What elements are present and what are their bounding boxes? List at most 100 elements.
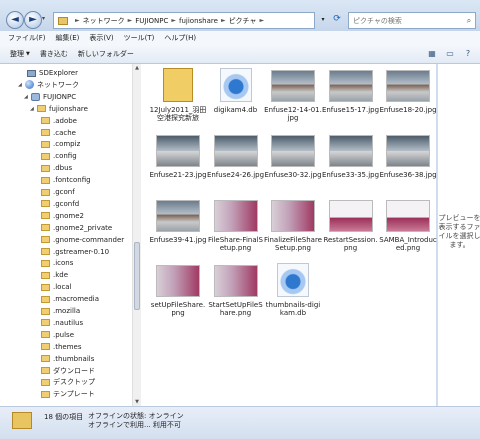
scroll-up-icon[interactable]: ▲ [133,64,141,72]
nav-item[interactable]: .cache [34,127,76,139]
file-item[interactable]: setUpFileShare.png [149,261,207,323]
nav-item-label: .cache [53,128,76,137]
file-item[interactable]: FinalizeFileShareSetup.png [264,196,322,258]
file-item[interactable]: Enfuse21-23.jpg [149,131,207,193]
back-button[interactable]: ◄ [6,11,24,29]
nav-item[interactable]: ◢ fujionshare [30,103,88,115]
nav-item[interactable]: .local [34,281,72,293]
nav-item[interactable]: .gconfd [34,198,79,210]
nav-item[interactable]: .gconf [34,186,75,198]
folder-icon [58,16,68,25]
menu-view[interactable]: 表示(V) [89,33,113,43]
file-item[interactable]: Enfuse30-32.jpg [264,131,322,193]
nav-item[interactable]: .gnome2 [34,210,84,222]
new-folder-button[interactable]: 新しいフォルダー [78,49,134,59]
search-icon[interactable]: ⌕ [463,16,475,26]
breadcrumb-item[interactable]: ネットワーク [83,16,125,26]
file-name: RestartSession.png [323,236,378,252]
file-item[interactable]: Enfuse36-38.jpg [379,131,437,193]
nav-item[interactable]: .nautilus [34,317,83,329]
file-item[interactable]: SAMBA_Introduced.png [379,196,437,258]
nav-item[interactable]: .mozilla [34,305,80,317]
file-item[interactable]: Enfuse12-14-01.jpg [264,66,322,128]
file-item[interactable]: Enfuse15-17.jpg [322,66,380,128]
file-name: Enfuse18-20.jpg [379,106,437,114]
preview-pane-icon[interactable]: ▭ [444,48,456,60]
file-name: 12July2011_羽田空港探究新旅 [149,106,207,122]
help-icon[interactable]: ? [462,48,474,60]
menu-tools[interactable]: ツール(T) [124,33,155,43]
file-item[interactable]: Enfuse24-26.jpg [207,131,265,193]
offline-status: オフラインの状態: オンライン [88,412,184,420]
burn-button[interactable]: 書き込む [40,49,68,59]
file-thumbnail-wrapper [213,198,259,232]
menu-help[interactable]: ヘルプ(H) [164,33,196,43]
nav-item[interactable]: .macromedia [34,293,99,305]
search-input[interactable] [349,15,463,26]
file-name: Enfuse21-23.jpg [149,171,207,179]
scroll-thumb[interactable] [134,242,140,310]
file-item[interactable]: Enfuse33-35.jpg [322,131,380,193]
nav-item[interactable]: .thumbnails [34,353,94,365]
nav-item[interactable]: .adobe [34,115,77,127]
address-dropdown-icon[interactable]: ▾ [318,12,328,27]
file-item[interactable]: Enfuse39-41.jpg [149,196,207,258]
nav-item[interactable]: .fontconfig [34,174,91,186]
file-name: setUpFileShare.png [150,301,206,317]
expand-arrow-icon[interactable]: ◢ [24,94,31,100]
file-item[interactable]: digikam4.db [207,66,265,128]
refresh-icon[interactable]: ⟳ [330,12,344,27]
nav-item[interactable]: .gstreamer-0.10 [34,246,109,258]
nav-item[interactable]: .pulse [34,329,74,341]
file-item[interactable]: RestartSession.png [322,196,380,258]
breadcrumb-item[interactable]: FUJIONPC [135,17,168,25]
chevron-right-icon: ► [259,17,265,24]
file-item[interactable]: FileShare-FinalSetup.png [207,196,265,258]
menu-file[interactable]: ファイル(F) [8,33,46,43]
expand-arrow-icon[interactable]: ◢ [30,106,37,112]
expand-arrow-icon[interactable]: ◢ [18,82,25,88]
file-name: Enfuse36-38.jpg [379,171,437,179]
file-name: FileShare-FinalSetup.png [207,236,263,252]
address-bar[interactable]: ► ネットワーク ► FUJIONPC ► fujionshare ► ピクチャ… [53,12,315,29]
nav-item[interactable]: ◢ FUJIONPC [24,91,76,103]
file-item[interactable]: StartSetUpFileShare.png [207,261,265,323]
nav-item[interactable]: .kde [34,269,68,281]
forward-button[interactable]: ► [24,11,42,29]
file-item[interactable]: Enfuse18-20.jpg [379,66,437,128]
menu-edit[interactable]: 編集(E) [56,33,80,43]
nav-item[interactable]: .compiz [34,138,80,150]
nav-item-label: .thumbnails [53,354,95,363]
recent-pages-dropdown[interactable]: ▾ [42,14,50,24]
file-thumbnail-wrapper [385,133,431,167]
organize-label: 整理 [10,50,24,58]
file-name: FinalizeFileShareSetup.png [264,236,322,252]
file-item[interactable]: thumbnails-digikam.db [264,261,322,323]
breadcrumb-item[interactable]: ピクチャ [229,16,257,26]
organize-button[interactable]: 整理 ▼ [10,49,30,59]
nav-item-label: .themes [53,342,82,351]
nav-item[interactable]: SDExplorer [20,67,78,79]
nav-item[interactable]: .themes [34,341,82,353]
folder-icon [163,68,193,102]
view-options-icon[interactable]: ▦ [426,48,438,60]
nav-item[interactable]: .icons [34,257,73,269]
nav-item[interactable]: ダウンロード [34,365,95,377]
nav-item[interactable]: テンプレート [34,388,95,400]
nav-item[interactable]: ◢ ネットワーク [18,79,79,91]
nav-item[interactable]: デスクトップ [34,376,95,388]
explorer-window: ◄ ► ▾ ► ネットワーク ► FUJIONPC ► fujionshare … [0,0,480,439]
nav-item[interactable]: .gnome-commander [34,234,124,246]
nav-item[interactable]: .config [34,150,77,162]
nav-item-label: .gnome2_private [53,223,113,232]
nav-item[interactable]: .dbus [34,162,72,174]
file-item[interactable]: 12July2011_羽田空港探究新旅 [149,66,207,128]
scroll-down-icon[interactable]: ▼ [133,398,141,406]
breadcrumb-item[interactable]: fujionshare [179,17,218,25]
pc-icon [27,69,36,77]
nav-item[interactable]: .gnome2_private [34,222,112,234]
offline-availability: オフラインで利用... 利用不可 [88,421,181,429]
folder-icon [41,355,50,363]
menu-bar: ファイル(F) 編集(E) 表示(V) ツール(T) ヘルプ(H) [0,31,480,46]
nav-scrollbar[interactable]: ▲ ▼ [132,64,141,406]
